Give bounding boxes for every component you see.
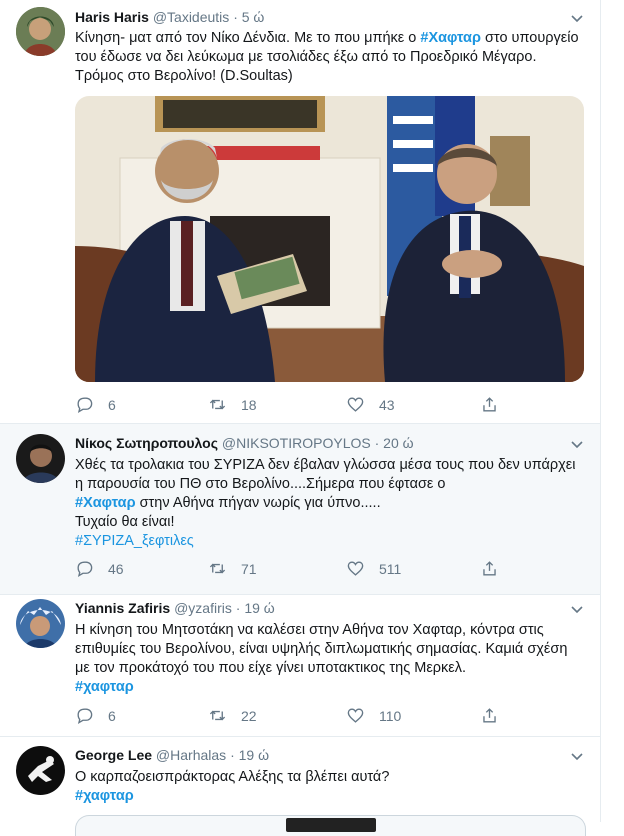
retweet-button[interactable]: 71 bbox=[208, 559, 257, 578]
like-icon bbox=[347, 708, 364, 723]
tweet-photo[interactable] bbox=[75, 96, 584, 382]
tweet-text: Χθές τα τρολακια του ΣΥΡΙΖΑ δεν έβαλαν γ… bbox=[75, 456, 585, 551]
tweet-header: George Lee @Harhalas · 19 ώ bbox=[75, 747, 269, 763]
separator-dot: · bbox=[235, 600, 241, 616]
hashtag-link[interactable]: #χαφταρ bbox=[75, 788, 134, 804]
tweet-text: Κίνηση- ματ από τον Νίκο Δένδια. Με το π… bbox=[75, 29, 585, 86]
chevron-down-icon[interactable] bbox=[570, 750, 584, 764]
retweet-button[interactable]: 22 bbox=[208, 706, 257, 725]
like-button[interactable]: 511 bbox=[346, 559, 401, 578]
reply-icon bbox=[77, 397, 93, 414]
like-icon bbox=[347, 561, 364, 576]
display-name[interactable]: George Lee bbox=[75, 747, 152, 763]
retweet-count: 71 bbox=[241, 560, 257, 577]
like-button[interactable]: 43 bbox=[346, 395, 395, 414]
tweet-header: Νίκος Σωτηροπουλος @NIKSOTIROPOYLOS · 20… bbox=[75, 435, 414, 451]
display-name[interactable]: Νίκος Σωτηροπουλος bbox=[75, 435, 218, 451]
avatar[interactable] bbox=[16, 599, 65, 648]
like-count: 110 bbox=[379, 707, 402, 724]
tweet[interactable]: Haris Haris @Taxideutis · 5 ώ Κίνηση- μα… bbox=[0, 0, 600, 424]
retweet-button[interactable]: 18 bbox=[208, 395, 257, 414]
hashtag-link[interactable]: #ΣΥΡΙΖΑ_ξεφτιλες bbox=[75, 533, 194, 549]
tweet-text-part: Τυχαίο θα είναι! bbox=[75, 514, 175, 530]
tweet[interactable]: Νίκος Σωτηροπουλος @NIKSOTIROPOYLOS · 20… bbox=[0, 424, 600, 595]
timestamp[interactable]: 19 ώ bbox=[244, 600, 274, 616]
like-count: 43 bbox=[379, 396, 395, 413]
tweet-header: Haris Haris @Taxideutis · 5 ώ bbox=[75, 9, 264, 25]
avatar[interactable] bbox=[16, 434, 65, 483]
retweet-icon bbox=[209, 399, 226, 410]
tweet[interactable]: Yiannis Zafiris @yzafiris · 19 ώ Η κίνησ… bbox=[0, 595, 600, 737]
avatar[interactable] bbox=[16, 7, 65, 56]
reply-icon bbox=[77, 708, 93, 725]
like-icon bbox=[347, 397, 364, 412]
display-name[interactable]: Haris Haris bbox=[75, 9, 149, 25]
like-button[interactable]: 110 bbox=[346, 706, 401, 725]
tweet-actions: 6 18 43 bbox=[75, 395, 515, 415]
reply-button[interactable]: 6 bbox=[75, 706, 116, 725]
separator-dot: · bbox=[233, 9, 238, 25]
tweet-actions: 46 71 511 bbox=[75, 559, 515, 579]
user-handle[interactable]: @Taxideutis bbox=[153, 9, 229, 25]
avatar[interactable] bbox=[16, 746, 65, 795]
retweet-count: 18 bbox=[241, 396, 257, 413]
tweet-text-part: Χθές τα τρολακια του ΣΥΡΙΖΑ δεν έβαλαν γ… bbox=[75, 457, 576, 492]
timestamp[interactable]: 20 ώ bbox=[383, 435, 413, 451]
tweet-text: Η κίνηση του Μητσοτάκη να καλέσει στην Α… bbox=[75, 621, 585, 697]
tweet-text: Ο καρπαζοεισπράκτορας Αλέξης τα βλέπει α… bbox=[75, 768, 585, 806]
tweet-text-part: στην Αθήνα πήγαν νωρίς για ύπνο..... bbox=[135, 495, 381, 511]
share-icon bbox=[483, 708, 496, 723]
tweet-text-part: Κίνηση- ματ από τον Νίκο Δένδια. Με το π… bbox=[75, 30, 421, 46]
preview-image bbox=[286, 818, 376, 832]
like-count: 511 bbox=[379, 560, 402, 577]
share-button[interactable] bbox=[480, 395, 499, 414]
hashtag-link[interactable]: #Χαφταρ bbox=[75, 495, 136, 511]
reply-icon bbox=[77, 561, 93, 578]
tweet-header: Yiannis Zafiris @yzafiris · 19 ώ bbox=[75, 600, 275, 616]
hashtag-link[interactable]: #χαφταρ bbox=[75, 679, 134, 695]
tweet[interactable]: George Lee @Harhalas · 19 ώ Ο καρπαζοεισ… bbox=[0, 737, 600, 836]
user-handle[interactable]: @Harhalas bbox=[156, 747, 226, 763]
meeting-photo-image bbox=[75, 96, 584, 382]
share-button[interactable] bbox=[480, 559, 499, 578]
user-handle[interactable]: @yzafiris bbox=[174, 600, 232, 616]
tweet-actions: 6 22 110 bbox=[75, 706, 515, 726]
separator-dot: · bbox=[230, 747, 235, 763]
chevron-down-icon[interactable] bbox=[570, 12, 584, 26]
link-preview-card[interactable] bbox=[75, 815, 586, 836]
reply-count: 6 bbox=[108, 396, 116, 413]
tweet-text-part: Ο καρπαζοεισπράκτορας Αλέξης τα βλέπει α… bbox=[75, 769, 390, 785]
display-name[interactable]: Yiannis Zafiris bbox=[75, 600, 170, 616]
retweet-count: 22 bbox=[241, 707, 257, 724]
retweet-icon bbox=[209, 710, 226, 721]
reply-button[interactable]: 46 bbox=[75, 559, 124, 578]
timestamp[interactable]: 19 ώ bbox=[239, 747, 269, 763]
user-handle[interactable]: @NIKSOTIROPOYLOS bbox=[222, 435, 371, 451]
hashtag-link[interactable]: #Χαφταρ bbox=[420, 30, 481, 46]
chevron-down-icon[interactable] bbox=[570, 438, 584, 452]
retweet-icon bbox=[209, 563, 226, 574]
separator-dot: · bbox=[374, 435, 380, 451]
share-button[interactable] bbox=[480, 706, 499, 725]
chevron-down-icon[interactable] bbox=[570, 603, 584, 617]
timestamp[interactable]: 5 ώ bbox=[242, 9, 265, 25]
reply-button[interactable]: 6 bbox=[75, 395, 116, 414]
reply-count: 6 bbox=[108, 707, 116, 724]
share-icon bbox=[483, 561, 496, 576]
reply-count: 46 bbox=[108, 560, 124, 577]
share-icon bbox=[483, 397, 496, 412]
timeline: Haris Haris @Taxideutis · 5 ώ Κίνηση- μα… bbox=[0, 0, 601, 836]
tweet-text-part: Η κίνηση του Μητσοτάκη να καλέσει στην Α… bbox=[75, 622, 568, 676]
